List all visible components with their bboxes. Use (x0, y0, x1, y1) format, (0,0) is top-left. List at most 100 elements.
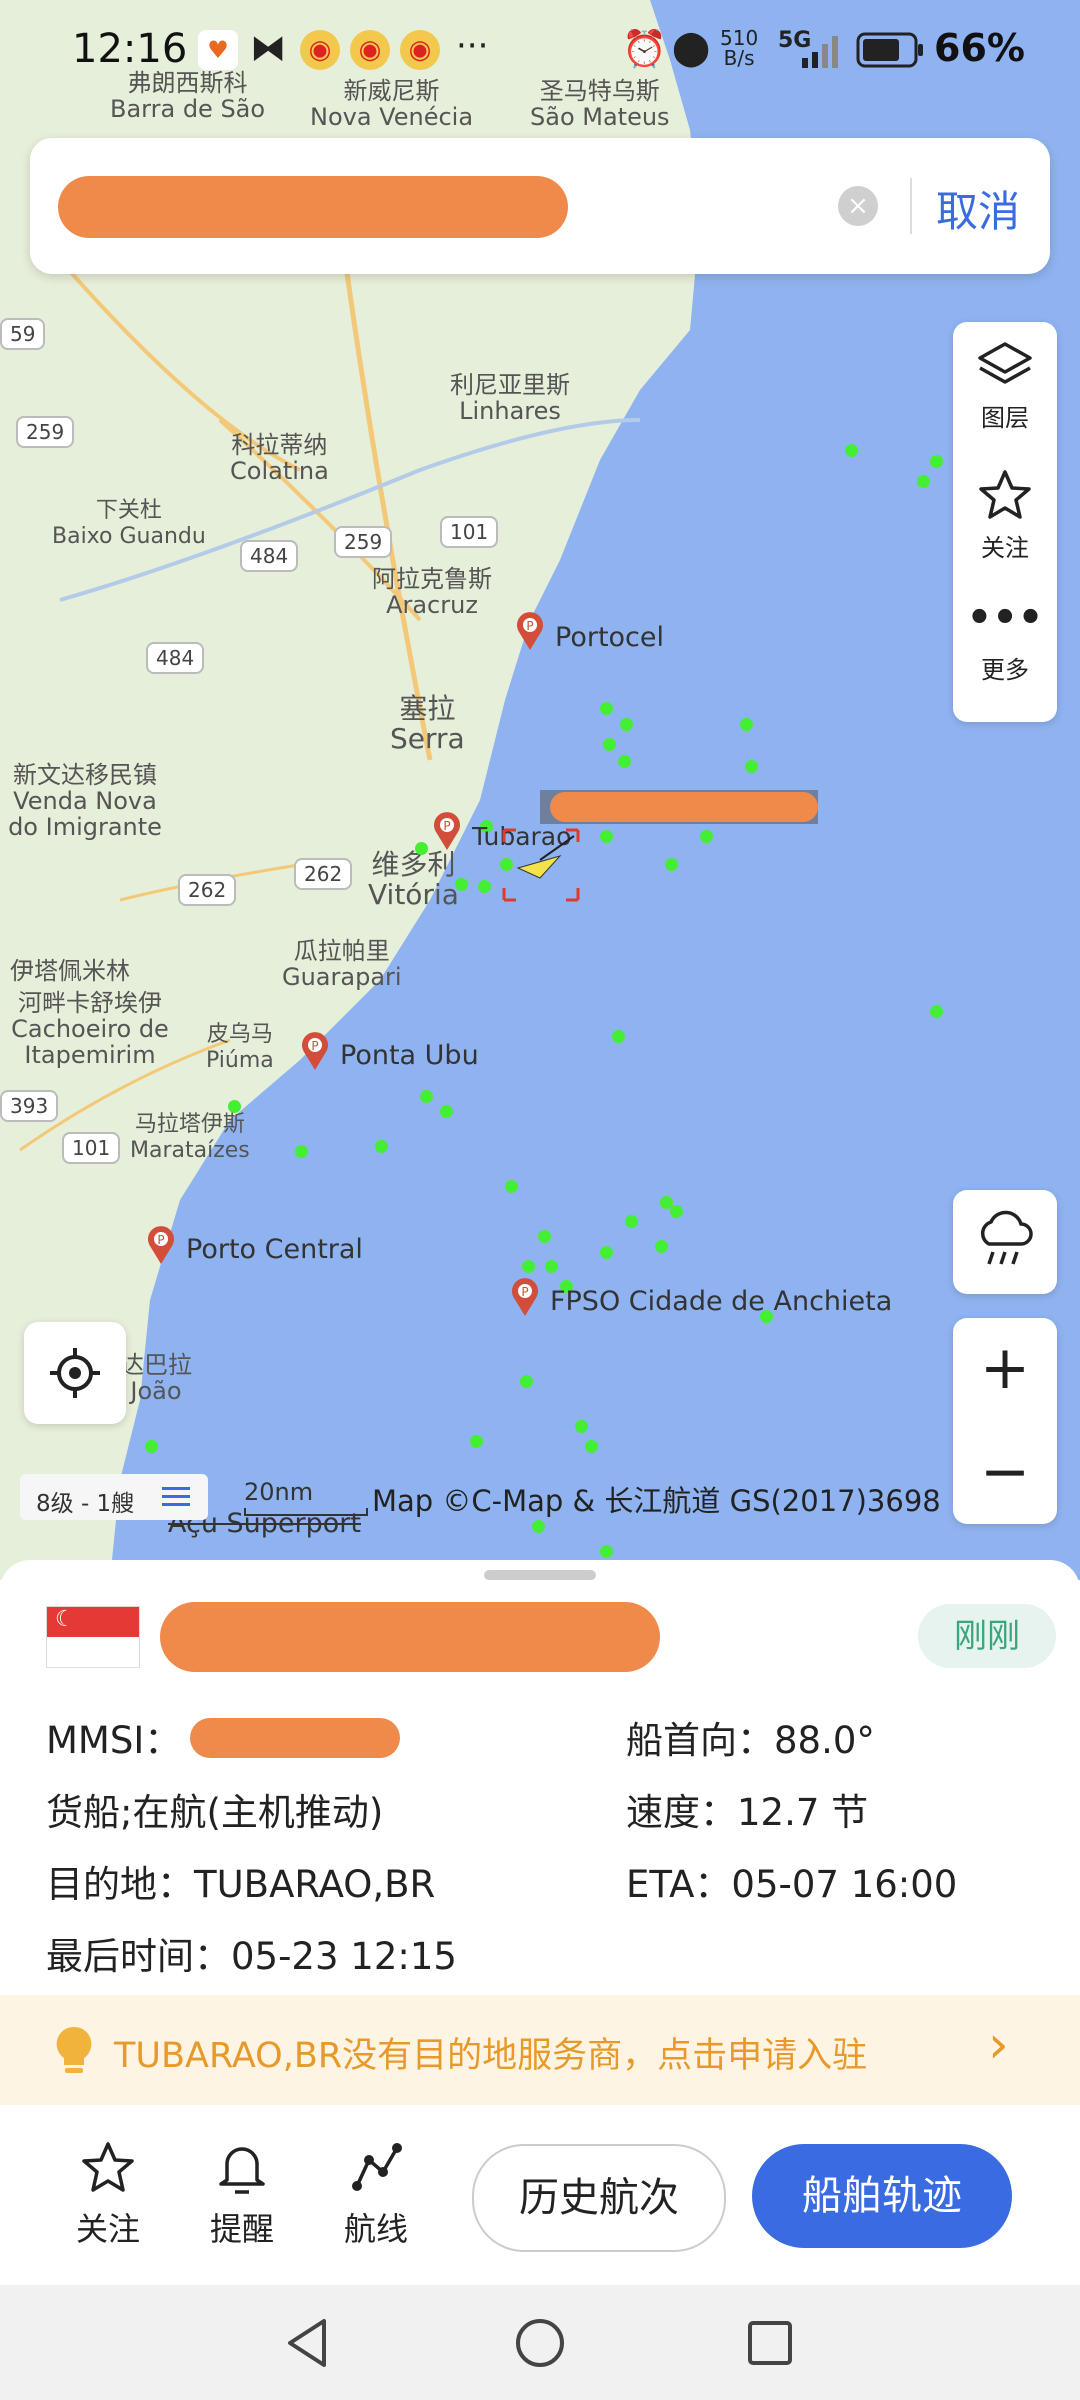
vessel-marker[interactable] (930, 1005, 943, 1018)
vessel-marker[interactable] (700, 830, 713, 843)
vessel-marker[interactable] (625, 1215, 638, 1228)
zoom-out-button[interactable]: − (953, 1432, 1057, 1512)
vessel-marker[interactable] (585, 1440, 598, 1453)
weather-button[interactable] (953, 1190, 1057, 1294)
port-label[interactable]: Porto Central (186, 1234, 363, 1265)
vessel-marker[interactable] (917, 475, 930, 488)
vessel-marker[interactable] (600, 830, 613, 843)
place-label: 瓜拉帕里 Guarapari (282, 937, 402, 991)
cancel-button[interactable]: 取消 (936, 178, 1020, 239)
crosshair-icon (50, 1348, 100, 1398)
zoom-level-label: 8级 - 1艘 (36, 1491, 135, 1517)
route-label: 航线 (343, 2210, 408, 2248)
flag-singapore-icon: ☾ (46, 1606, 140, 1668)
vessel-marker[interactable] (145, 1440, 158, 1453)
vessel-marker[interactable] (505, 1180, 518, 1193)
vessel-marker[interactable] (470, 1435, 483, 1448)
port-label[interactable]: Ponta Ubu (340, 1040, 479, 1071)
follow-button[interactable]: 关注 (58, 2140, 158, 2250)
vessel-marker[interactable] (845, 444, 858, 457)
lightbulb-icon (56, 2026, 92, 2073)
zoom-level-chip[interactable]: 8级 - 1艘 (20, 1474, 208, 1520)
vessel-marker[interactable] (415, 842, 428, 855)
vessel-marker[interactable] (618, 755, 631, 768)
port-pin-icon[interactable]: P (146, 1226, 176, 1264)
locate-button[interactable] (24, 1322, 126, 1424)
vessel-marker[interactable] (575, 1420, 588, 1433)
place-label: 河畔卡舒埃伊 Cachoeiro de Itapemirim (11, 989, 169, 1069)
redaction (550, 792, 818, 822)
layers-label: 图层 (981, 404, 1029, 432)
updated-badge: 刚刚 (918, 1604, 1056, 1668)
history-voyage-button[interactable]: 历史航次 (472, 2144, 726, 2252)
vessel-marker[interactable] (620, 718, 633, 731)
port-pin-icon[interactable]: P (515, 612, 545, 650)
vessel-marker[interactable] (295, 1145, 308, 1158)
place-label: 下关杜 Baixo Guandu (52, 498, 206, 549)
vessel-marker[interactable] (930, 455, 943, 468)
app-notification-icon: ⧓ (250, 28, 286, 69)
place-label: 科拉蒂纳 Colatina (230, 431, 329, 485)
vessel-marker[interactable] (522, 1260, 535, 1273)
vessel-marker[interactable] (660, 1196, 673, 1209)
vessel-marker[interactable] (612, 1030, 625, 1043)
vessel-marker[interactable] (375, 1140, 388, 1153)
route-button[interactable]: 航线 (326, 2140, 426, 2250)
vessel-marker[interactable] (455, 878, 468, 891)
port-label[interactable]: FPSO Cidade de Anchieta (550, 1286, 892, 1317)
remind-button[interactable]: 提醒 (192, 2140, 292, 2250)
vessel-marker[interactable] (440, 1105, 453, 1118)
nav-home-icon[interactable] (512, 2315, 568, 2371)
vessel-marker[interactable] (538, 1230, 551, 1243)
port-pin-icon[interactable]: P (300, 1032, 330, 1070)
drag-handle[interactable] (484, 1570, 596, 1580)
vessel-marker[interactable] (420, 1090, 433, 1103)
follow-tool-button[interactable]: 关注 (953, 468, 1057, 563)
vessel-marker[interactable] (740, 718, 753, 731)
port-label[interactable]: Portocel (555, 622, 664, 653)
vessel-marker[interactable] (228, 1100, 241, 1113)
road-shield: 484 (240, 540, 299, 572)
port-pin-icon[interactable]: P (510, 1278, 540, 1316)
vessel-marker[interactable] (670, 1205, 683, 1218)
road-shield: 393 (0, 1090, 59, 1122)
vessel-marker[interactable] (520, 1375, 533, 1388)
map-attribution: Map ©C-Map & 长江航道 GS(2017)3698 (372, 1484, 941, 1518)
search-bar[interactable]: ‹ × 取消 (30, 138, 1050, 274)
vessel-marker[interactable] (655, 1240, 668, 1253)
vessel-marker[interactable] (745, 760, 758, 773)
star-icon (979, 470, 1031, 519)
place-label: 达巴拉 João (120, 1351, 192, 1405)
place-label: 圣马特乌斯 São Mateus (530, 77, 670, 131)
vessel-marker[interactable] (600, 1545, 613, 1558)
road-shield: 259 (334, 526, 393, 558)
place-label: 新威尼斯 Nova Venécia (310, 77, 474, 131)
road-shield: 262 (178, 874, 237, 906)
road-shield: 484 (146, 642, 205, 674)
eta-value: ETA：05-07 16:00 (626, 1863, 958, 1906)
weibo-icon: ◉ (350, 30, 390, 70)
layers-button[interactable]: 图层 (953, 340, 1057, 433)
nav-back-icon[interactable] (282, 2315, 332, 2371)
road-shield: 101 (62, 1132, 121, 1164)
road-shield: 101 (440, 516, 499, 548)
vessel-marker[interactable] (532, 1520, 545, 1533)
vessel-marker[interactable] (603, 738, 616, 751)
vessel-marker[interactable] (665, 858, 678, 871)
clear-icon[interactable]: × (838, 186, 878, 226)
place-label: 维多利 Vitória (368, 848, 459, 911)
port-pin-icon[interactable]: P (432, 812, 462, 850)
service-provider-banner[interactable]: TUBARAO,BR没有目的地服务商，点击申请入驻 › (0, 1995, 1080, 2105)
vessel-marker[interactable] (600, 1246, 613, 1259)
vessel-marker[interactable] (545, 1260, 558, 1273)
more-button[interactable]: ••• 更多 (953, 598, 1057, 685)
selected-vessel-icon[interactable] (500, 826, 582, 904)
zoom-in-button[interactable]: + (953, 1328, 1057, 1408)
nav-recents-icon[interactable] (744, 2317, 796, 2369)
star-icon (82, 2142, 134, 2192)
layers-icon (978, 342, 1032, 384)
vessel-marker[interactable] (600, 702, 613, 715)
remind-label: 提醒 (209, 2210, 274, 2248)
vessel-track-button[interactable]: 船舶轨迹 (752, 2144, 1012, 2248)
vessel-marker[interactable] (478, 880, 491, 893)
